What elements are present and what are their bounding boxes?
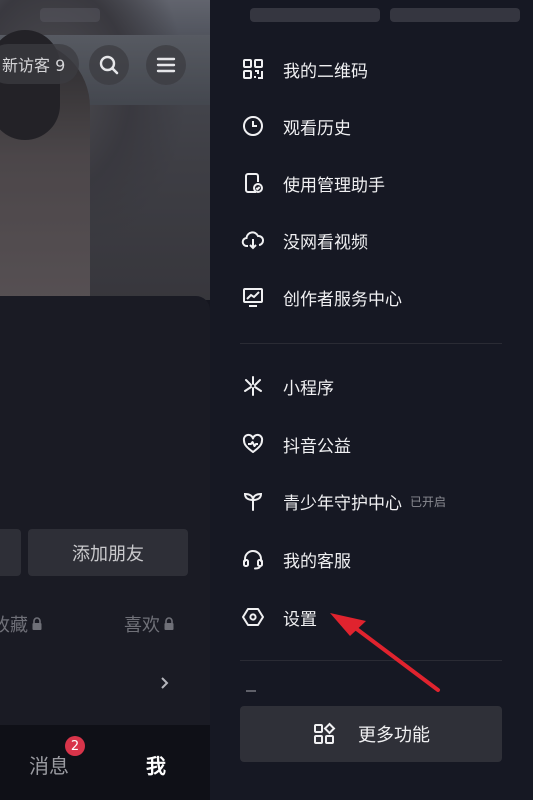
menu-offline-videos-label: 没网看视频 <box>283 232 368 253</box>
cloud-download-icon <box>240 227 266 253</box>
nav-messages[interactable]: 消息 <box>29 750 69 779</box>
tab-likes[interactable]: 喜欢 <box>124 611 175 637</box>
monitor-chart-icon <box>240 284 266 310</box>
settings-hexagon-icon <box>240 604 266 630</box>
menu-youth-protection-label: 青少年守护中心 <box>283 493 402 514</box>
menu-my-qrcode-label: 我的二维码 <box>283 61 368 82</box>
menu-divider <box>240 660 502 661</box>
menu-creator-center-label: 创作者服务中心 <box>283 289 402 310</box>
menu-customer-service[interactable]: 我的客服 <box>240 539 510 579</box>
menu-divider <box>240 343 502 344</box>
grid-icon <box>312 722 336 746</box>
new-visitors-button[interactable]: 新访客 9 <box>0 44 80 84</box>
menu-watch-history[interactable]: 观看历史 <box>240 106 510 146</box>
headset-icon <box>240 546 266 572</box>
add-friend-button[interactable]: 添加朋友 <box>28 529 188 576</box>
status-bar <box>40 8 100 22</box>
qrcode-icon <box>240 56 266 82</box>
clock-icon <box>240 113 266 139</box>
more-features-button[interactable]: 更多功能 <box>240 706 502 762</box>
menu-scroll-hint <box>246 690 256 692</box>
menu-usage-assistant[interactable]: 使用管理助手 <box>240 163 510 203</box>
search-button[interactable] <box>89 45 129 85</box>
status-bar <box>250 8 380 22</box>
menu-watch-history-label: 观看历史 <box>283 118 351 139</box>
messages-badge-count: 2 <box>70 738 80 754</box>
menu-settings[interactable]: 设置 <box>240 597 510 637</box>
menu-customer-service-label: 我的客服 <box>283 551 351 572</box>
profile-page-background: 新访客 9 添加朋友 收藏 喜欢 消息 2 我 <box>0 0 210 800</box>
nav-me-label: 我 <box>146 754 166 778</box>
menu-button[interactable] <box>146 45 186 85</box>
menu-youth-protection[interactable]: 青少年守护中心 已开启 <box>240 481 510 521</box>
add-friend-label: 添加朋友 <box>72 543 144 565</box>
menu-creator-center[interactable]: 创作者服务中心 <box>240 277 510 317</box>
menu-usage-assistant-label: 使用管理助手 <box>283 175 385 196</box>
tab-favorites[interactable]: 收藏 <box>0 611 43 637</box>
menu-charity-label: 抖音公益 <box>283 436 351 457</box>
youth-mode-status: 已开启 <box>410 494 447 509</box>
menu-offline-videos[interactable]: 没网看视频 <box>240 220 510 260</box>
menu-mini-programs[interactable]: 小程序 <box>240 366 510 406</box>
mini-program-icon <box>240 373 266 399</box>
lock-icon <box>164 617 174 630</box>
menu-settings-label: 设置 <box>283 609 317 630</box>
sprout-icon <box>240 488 266 514</box>
more-features-label: 更多功能 <box>358 725 430 746</box>
phone-check-icon <box>240 170 266 196</box>
hamburger-icon <box>156 57 176 73</box>
menu-my-qrcode[interactable]: 我的二维码 <box>240 49 510 89</box>
menu-mini-programs-label: 小程序 <box>283 378 334 399</box>
edit-profile-button[interactable] <box>0 529 21 576</box>
messages-badge: 2 <box>65 736 85 756</box>
chevron-right-icon[interactable] <box>160 676 170 690</box>
heart-charity-icon <box>240 431 266 457</box>
profile-card <box>0 296 210 736</box>
search-icon <box>99 55 119 75</box>
nav-messages-label: 消息 <box>29 754 69 778</box>
tab-likes-label: 喜欢 <box>124 615 160 636</box>
lock-icon <box>32 617 42 630</box>
tab-favorites-label: 收藏 <box>0 615 28 636</box>
nav-me[interactable]: 我 <box>146 750 166 779</box>
status-bar <box>390 8 520 22</box>
menu-charity[interactable]: 抖音公益 <box>240 424 510 464</box>
side-drawer-menu: 我的二维码 观看历史 使用管理助手 没网看视频 创作者服务中心 小程序 抖音公益… <box>210 0 533 800</box>
new-visitors-label: 新访客 9 <box>2 56 66 75</box>
